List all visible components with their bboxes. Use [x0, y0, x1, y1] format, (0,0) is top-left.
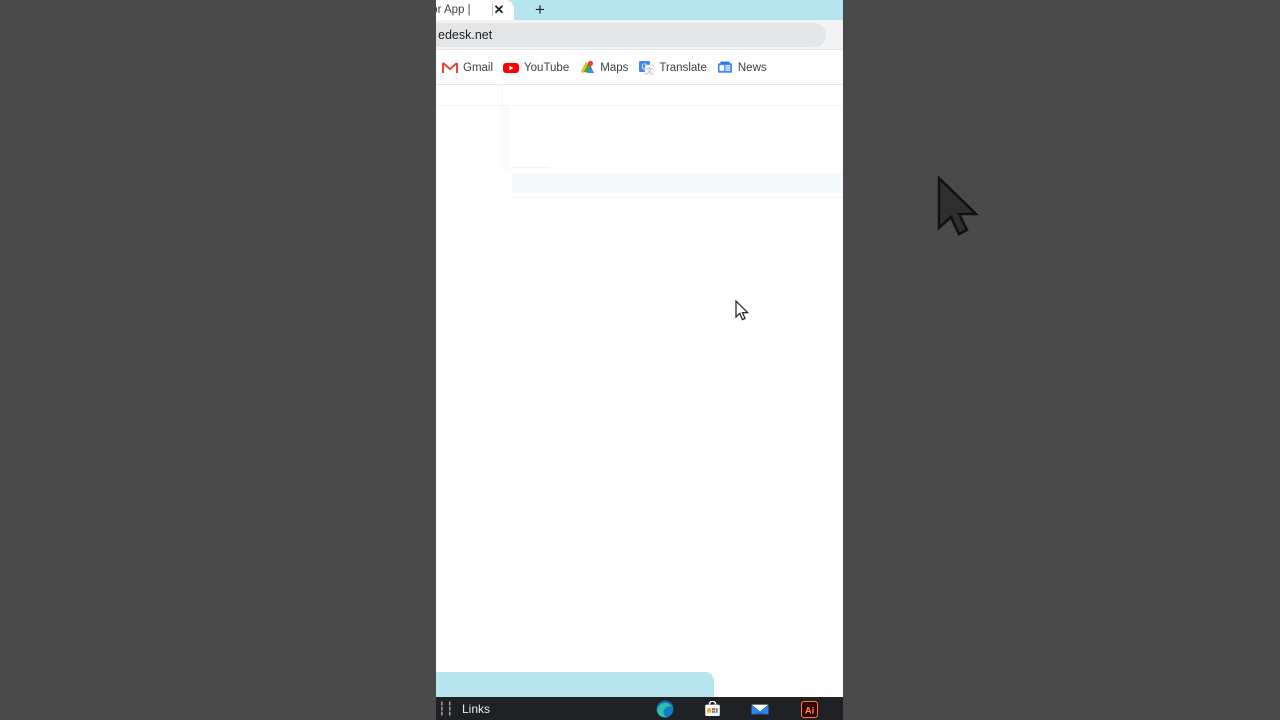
svg-text:文: 文	[646, 66, 653, 75]
bookmark-gmail[interactable]: Gmail	[438, 56, 499, 80]
url-text: edesk.net	[438, 28, 493, 42]
browser-window: tor App | ✕ + edesk.net	[436, 0, 843, 697]
browser-tab-title: tor App |	[436, 4, 471, 16]
store-icon[interactable]	[703, 700, 721, 718]
content-placeholder-line	[512, 167, 550, 168]
content-divider-vertical	[502, 85, 503, 107]
taskbar: ┆┆ Links Ai	[436, 697, 843, 720]
drag-handle-icon[interactable]: ┆┆	[438, 701, 454, 716]
edge-icon[interactable]	[656, 700, 674, 718]
maps-icon	[579, 60, 595, 76]
content-divider	[436, 105, 843, 106]
bookmark-news[interactable]: News	[713, 56, 773, 80]
bookmark-translate[interactable]: G 文 Translate	[634, 56, 713, 80]
address-bar[interactable]: edesk.net	[436, 23, 826, 47]
content-sidebar-placeholder	[500, 107, 510, 170]
desktop-background: tor App | ✕ + edesk.net	[0, 0, 1280, 720]
new-tab-button[interactable]: +	[527, 0, 553, 20]
close-icon[interactable]: ✕	[490, 0, 508, 20]
youtube-icon	[503, 60, 520, 76]
taskbar-links-label[interactable]: Links	[462, 697, 490, 720]
arrow-pointer-large	[936, 175, 982, 238]
svg-text:Ai: Ai	[804, 704, 813, 715]
bookmark-label: News	[737, 61, 767, 74]
bookmark-label: Maps	[600, 61, 629, 74]
bookmark-label: Gmail	[463, 61, 494, 74]
bookmark-label: Translate	[659, 61, 707, 74]
content-placeholder-line	[512, 197, 843, 198]
download-bar[interactable]	[436, 672, 714, 697]
bookmarks-bar: Gmail YouTube Maps G 文 Translate News	[436, 51, 843, 85]
news-icon	[717, 60, 733, 76]
gmail-icon	[442, 60, 458, 76]
browser-toolbar: edesk.net	[436, 20, 843, 50]
bookmark-maps[interactable]: Maps	[575, 56, 634, 80]
bookmark-label: YouTube	[524, 61, 570, 74]
page-content[interactable]	[436, 85, 843, 697]
content-highlight-band	[512, 173, 843, 193]
bookmark-youtube[interactable]: YouTube	[499, 56, 575, 80]
translate-icon: G 文	[638, 60, 654, 76]
browser-tab-strip: tor App | ✕ +	[436, 0, 843, 20]
mail-icon[interactable]	[751, 700, 769, 718]
illustrator-icon[interactable]: Ai	[800, 700, 818, 718]
